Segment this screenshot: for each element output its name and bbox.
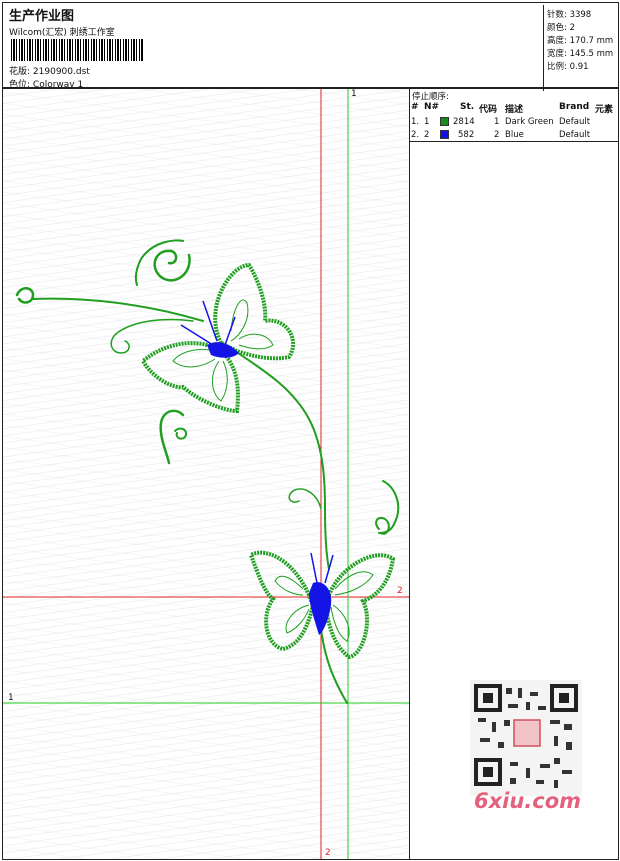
col-description: 描述 [505, 105, 524, 115]
stat-height: 高度: 170.7 mm [547, 36, 614, 46]
green-vines [15, 239, 400, 704]
thread-color-swatch [440, 130, 449, 139]
col-stitches: St. [460, 102, 475, 112]
butterfly-top [140, 262, 296, 414]
design-file-row: 花版: 2190900.dst [9, 64, 90, 77]
studio-name: Wilcom(汇宏) 刺绣工作室 [9, 28, 115, 38]
thread-color-swatch [440, 117, 449, 126]
design-file-label: 花版: [9, 67, 31, 77]
col-n: N# [424, 102, 440, 112]
stat-stitches: 针数: 3398 [547, 10, 592, 20]
stat-width: 宽度: 145.5 mm [547, 49, 614, 59]
col-brand: Brand [559, 102, 590, 112]
barcode [11, 39, 144, 61]
stat-colors: 颜色: 2 [547, 23, 575, 33]
design-file-name: 2190900.dst [32, 67, 90, 77]
document-title: 生产作业图 [9, 9, 75, 24]
guide-label-top: 1 [351, 89, 357, 99]
header-box: 生产作业图 Wilcom(汇宏) 刺绣工作室 花版: 2190900.dst 色… [2, 2, 620, 91]
stop-sequence-title: 停止顺序: [412, 92, 449, 102]
qr-code [470, 680, 582, 796]
stats-box: 针数: 3398 颜色: 2 高度: 170.7 mm 宽度: 145.5 mm… [543, 5, 620, 91]
col-element: 元素 [595, 105, 614, 115]
embroidery-design-area: 1 1 2 2 [2, 88, 410, 860]
embroidery-preview [3, 89, 409, 859]
table-divider [410, 141, 618, 142]
guide-label-right: 2 [397, 586, 403, 596]
stat-scale: 比例: 0.91 [547, 62, 589, 72]
guide-label-bottom: 2 [325, 848, 331, 858]
watermark: 6xiu.com [474, 789, 582, 813]
col-hash: # [411, 102, 419, 112]
col-code: 代码 [479, 105, 498, 115]
guide-label-left: 1 [8, 693, 14, 703]
